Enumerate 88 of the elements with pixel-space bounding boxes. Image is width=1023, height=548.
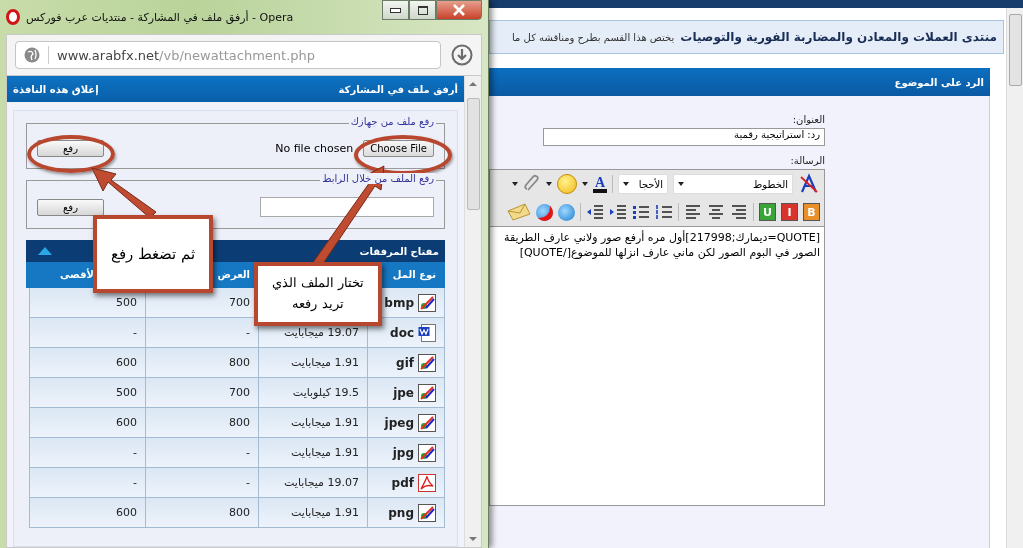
image-file-icon — [418, 293, 436, 312]
download-icon[interactable] — [451, 44, 473, 66]
message-text-area[interactable]: [QUOTE=ديمارك;217998]أول مره أرفع صور ولاني عارف الطريقة الصور في البوم الصور لكن ماني عارف انزلها للموضوع[/QUOTE] — [490, 226, 824, 505]
table-cell: 500 — [29, 288, 145, 318]
close-icon — [452, 4, 466, 16]
url-input-field[interactable] — [260, 197, 434, 217]
collapse-icon[interactable] — [38, 247, 52, 255]
align-icon[interactable] — [730, 204, 748, 220]
indent-icon[interactable] — [609, 204, 627, 220]
image-file-icon — [418, 443, 436, 462]
image-file-icon — [418, 503, 436, 522]
table-cell: 1.91 ميجابايت — [258, 348, 367, 378]
size-dropdown[interactable]: الأحجا — [618, 174, 668, 194]
close-window-link[interactable]: إغلاق هذه النافذة — [13, 83, 99, 95]
upload-button[interactable]: رفع — [37, 198, 104, 216]
table-cell: 800 — [145, 498, 258, 528]
clear-format-icon[interactable] — [798, 173, 820, 195]
align-icon[interactable] — [684, 204, 702, 220]
file-status-text: No file chosen — [275, 142, 354, 155]
pdf-file-icon — [418, 473, 436, 492]
browser-logo-icon — [6, 9, 20, 25]
window-title: أرفق ملف في المشاركة - منتديات عرب فوركس - Opera — [26, 10, 295, 24]
document-file-icon — [418, 323, 436, 342]
table-cell: jpe — [367, 378, 445, 408]
bullet-list-icon[interactable] — [632, 204, 650, 220]
table-cell: 500 — [29, 378, 145, 408]
caret-icon — [678, 182, 684, 186]
table-cell: 600 — [29, 348, 145, 378]
url-text: www.arabfx.net/vb/newattachment.php — [57, 47, 316, 63]
format-button[interactable]: I — [781, 203, 798, 221]
maximize-button[interactable] — [409, 0, 436, 20]
address-bar[interactable]: www.arabfx.net/vb/newattachment.php — [15, 41, 441, 69]
minimize-button[interactable] — [382, 0, 409, 20]
table-cell: - — [145, 438, 258, 468]
section-legend: رفع ملف من جهازك — [348, 116, 436, 127]
table-cell: - — [145, 318, 258, 348]
table-cell: gif — [367, 348, 445, 378]
table-cell: 800 — [145, 348, 258, 378]
table-cell: 800 — [145, 408, 258, 438]
numbered-list-icon[interactable] — [655, 204, 673, 220]
annotation-callout: ثم تضغط رفع — [93, 215, 213, 293]
caret-icon — [581, 182, 588, 186]
scrollbar[interactable] — [1006, 8, 1023, 548]
table-cell: - — [29, 468, 145, 498]
field-label: الرسالة: — [789, 155, 825, 166]
globe-icon — [24, 47, 40, 63]
unlink-icon[interactable] — [536, 203, 553, 221]
minimize-icon — [390, 7, 401, 13]
image-file-icon — [418, 383, 436, 402]
text-color-button[interactable]: A — [592, 175, 607, 193]
outdent-icon[interactable] — [586, 204, 604, 220]
image-file-icon — [418, 413, 436, 432]
caret-icon — [623, 182, 629, 186]
table-cell: pdf — [367, 468, 445, 498]
align-icon[interactable] — [707, 204, 725, 220]
table-cell: 19.5 كيلوبايت — [258, 378, 367, 408]
choose-file-button[interactable]: Choose File — [363, 140, 434, 157]
table-cell: - — [145, 468, 258, 498]
table-cell: 700 — [145, 378, 258, 408]
section-legend: رفع الملف من خلال الرابط — [320, 173, 436, 184]
forum-description: يختص هذا القسم بطرح ومناقشه كل ما — [512, 31, 675, 43]
table-cell: doc — [367, 318, 445, 348]
section-heading: الرد على الموضوع — [894, 76, 984, 88]
caret-icon — [511, 182, 518, 186]
caret-icon — [545, 182, 552, 186]
image-file-icon — [418, 353, 436, 372]
table-cell: 600 — [29, 498, 145, 528]
forum-title: منتدى العملات والمعادن والمضاربة الفورية والتوصيات — [680, 30, 997, 44]
popup-heading: أرفق ملف في المشاركة — [338, 83, 458, 95]
table-cell: - — [29, 318, 145, 348]
maximize-icon — [417, 5, 428, 15]
table-cell: 600 — [29, 408, 145, 438]
table-cell: 1.91 ميجابايت — [258, 498, 367, 528]
title-input-field[interactable]: رد: استراتيجية رقمية — [543, 128, 825, 146]
table-cell: 1.91 ميجابايت — [258, 408, 367, 438]
font-dropdown[interactable]: الخطوط — [673, 174, 793, 194]
scrollbar[interactable] — [464, 76, 481, 547]
table-cell: 1.91 ميجابايت — [258, 438, 367, 468]
annotation-callout: تختار الملف الذي تريد رفعه — [254, 262, 382, 326]
table-title: مفتاح المرفقات — [359, 245, 439, 257]
table-cell: - — [29, 438, 145, 468]
close-button[interactable] — [436, 0, 482, 20]
table-cell: jpeg — [367, 408, 445, 438]
table-cell: png — [367, 498, 445, 528]
upload-button[interactable]: رفع — [37, 140, 104, 157]
table-cell: jpg — [367, 438, 445, 468]
field-label: العنوان: — [791, 114, 825, 125]
table-cell: 19.07 ميجابايت — [258, 468, 367, 498]
